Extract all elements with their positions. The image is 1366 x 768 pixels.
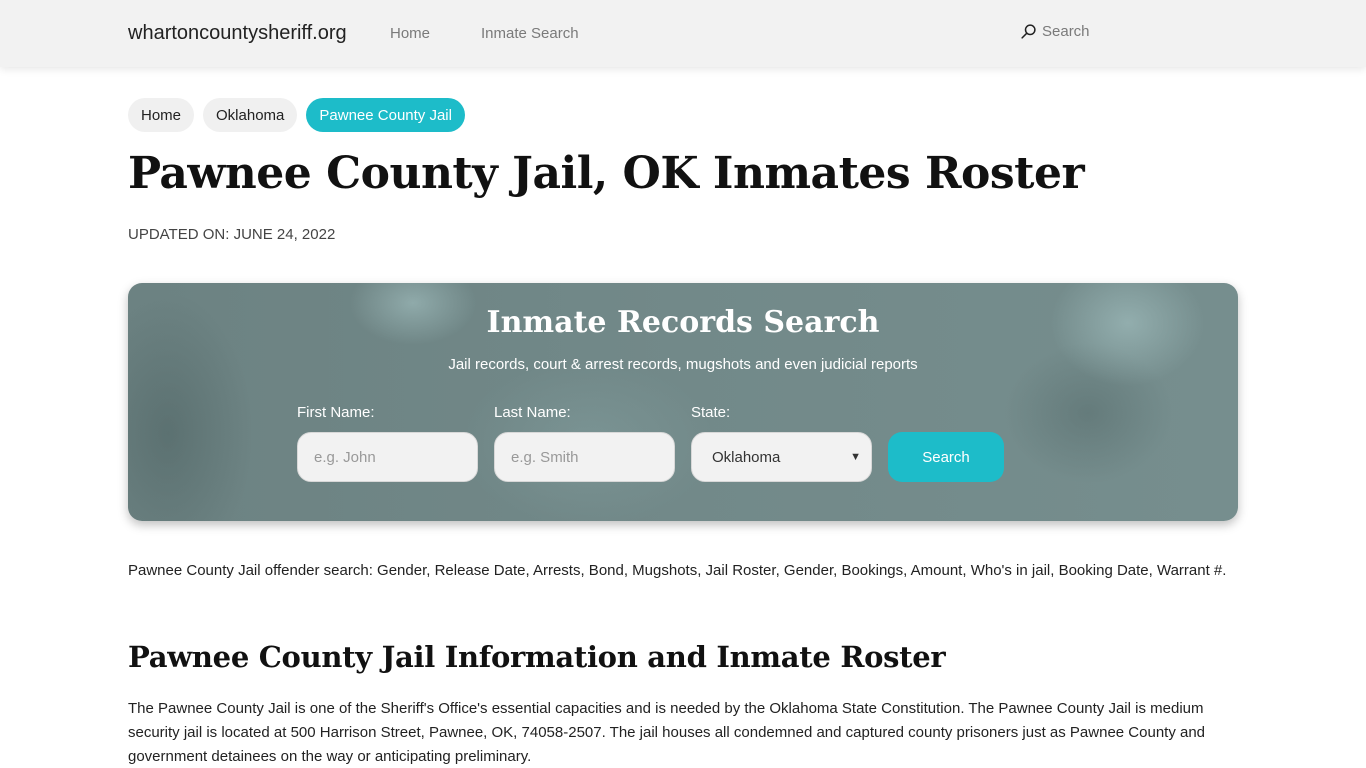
state-label: State: bbox=[691, 404, 731, 421]
first-name-input[interactable]: e.g. John bbox=[297, 432, 478, 482]
search-icon bbox=[1021, 24, 1036, 39]
first-name-label: First Name: bbox=[297, 404, 375, 421]
breadcrumb-current[interactable]: Pawnee County Jail bbox=[306, 98, 465, 132]
last-name-label: Last Name: bbox=[494, 404, 571, 421]
search-submit-button[interactable]: Search bbox=[888, 432, 1004, 482]
breadcrumb-oklahoma[interactable]: Oklahoma bbox=[203, 98, 298, 132]
breadcrumb: Home Oklahoma Pawnee County Jail bbox=[128, 98, 465, 132]
section-paragraph: The Pawnee County Jail is one of the She… bbox=[128, 700, 1206, 765]
last-name-input[interactable]: e.g. Smith bbox=[494, 432, 675, 482]
panel-subtitle: Jail records, court & arrest records, mu… bbox=[448, 356, 918, 373]
nav-search-label: Search bbox=[1042, 23, 1090, 40]
chevron-down-icon: ▼ bbox=[850, 451, 861, 463]
section-heading: Pawnee County Jail Information and Inmat… bbox=[128, 640, 946, 674]
updated-date: UPDATED ON: JUNE 24, 2022 bbox=[128, 226, 336, 243]
breadcrumb-home[interactable]: Home bbox=[128, 98, 195, 132]
inmate-search-panel: Inmate Records Search Jail records, cour… bbox=[128, 283, 1238, 521]
top-navbar: whartoncountysheriff.org Home Inmate Sea… bbox=[0, 0, 1366, 67]
state-select-value: Oklahoma bbox=[712, 448, 781, 466]
state-select[interactable]: Oklahoma ▼ bbox=[691, 432, 872, 482]
nav-link-inmate-search[interactable]: Inmate Search bbox=[481, 25, 579, 42]
page-title: Pawnee County Jail, OK Inmates Roster bbox=[128, 148, 1085, 199]
nav-search-button[interactable]: Search bbox=[1020, 23, 1090, 40]
site-brand-link[interactable]: whartoncountysheriff.org bbox=[128, 22, 347, 45]
nav-link-home[interactable]: Home bbox=[390, 25, 430, 42]
intro-paragraph: Pawnee County Jail offender search: Gend… bbox=[128, 562, 1227, 579]
panel-title: Inmate Records Search bbox=[486, 305, 880, 340]
